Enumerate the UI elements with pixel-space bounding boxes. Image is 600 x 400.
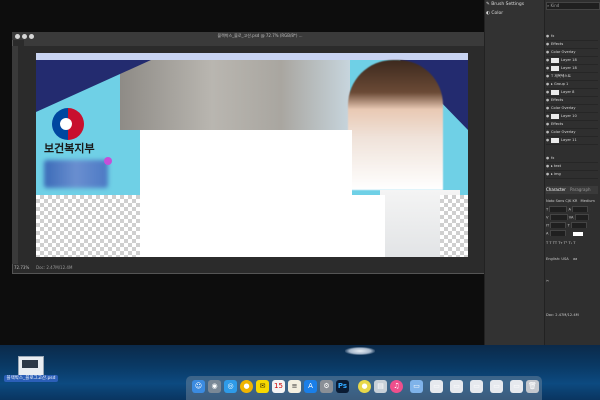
layer-thumbnail <box>551 137 559 143</box>
system-preferences-icon[interactable]: ⚙ <box>320 380 333 393</box>
color-row: A <box>546 230 598 236</box>
tracking-field[interactable] <box>574 214 589 220</box>
finder-icon[interactable]: ☺ <box>192 380 205 393</box>
white-rectangle <box>140 130 352 257</box>
window-thumbnail-icon[interactable]: ▭ <box>510 380 523 393</box>
tab-paragraph[interactable]: Paragraph <box>570 187 591 192</box>
photoshop-icon[interactable]: Ps <box>336 380 349 393</box>
kerning-field[interactable] <box>549 214 568 220</box>
font-family-select[interactable]: Noto Sans CJK KR <box>546 199 577 203</box>
clinic-photo <box>120 60 350 130</box>
calendar-icon[interactable]: 15 <box>272 380 285 393</box>
zoom-level[interactable]: 72.73% <box>14 265 29 270</box>
color-swatch[interactable] <box>572 231 583 236</box>
language-select[interactable]: English: USA <box>546 257 569 261</box>
layer-thumbnail <box>551 57 559 63</box>
color-panel[interactable]: ◐ Color <box>486 11 503 16</box>
faux-bold-button[interactable]: T <box>546 241 548 245</box>
window-thumbnail-icon[interactable]: ▭ <box>470 380 483 393</box>
horizontal-scale-field[interactable] <box>570 222 587 228</box>
vertical-scale-field[interactable] <box>550 222 567 228</box>
tab-character[interactable]: Character <box>546 187 566 192</box>
language-row: English: USA aa <box>546 256 598 262</box>
glyphs-row: ✂ <box>546 278 598 284</box>
doc-size-status: Doc: 2.47M/12.4M <box>36 265 73 270</box>
window-title: 블랙박스_블로_고산.psd @ 72.7% (RGB/8*) ... <box>217 33 303 38</box>
faux-italic-button[interactable]: T <box>549 241 551 245</box>
window-thumbnail-icon[interactable]: ▭ <box>430 380 443 393</box>
scale-row: IT T <box>546 222 598 228</box>
superscript-button[interactable]: T¹ <box>564 241 568 245</box>
white-rectangle-small <box>352 195 385 257</box>
launchpad-icon[interactable]: ◉ <box>208 380 221 393</box>
doctor-photo <box>348 60 443 190</box>
image-viewer-icon[interactable]: ▤ <box>374 380 387 393</box>
banner-top-band <box>36 53 468 60</box>
layer-thumbnail <box>551 65 559 71</box>
safari-icon[interactable]: ◎ <box>224 380 237 393</box>
layer-row[interactable]: ● ▸ img <box>546 170 598 179</box>
preview-icon[interactable]: ● <box>358 380 371 393</box>
glyph-icon[interactable]: ✂ <box>546 279 549 283</box>
wallpaper-wave <box>345 347 375 355</box>
navy-triangle-left <box>36 60 151 112</box>
font-row: Noto Sans CJK KR Medium <box>546 198 598 204</box>
zoom-button[interactable] <box>29 34 34 39</box>
font-size-field[interactable] <box>549 206 568 212</box>
character-panel-header: Character Paragraph <box>546 186 598 194</box>
layer-filter-input[interactable]: ⌕ Kind <box>546 2 600 10</box>
file-preview-thumbnail <box>22 360 38 368</box>
subscript-button[interactable]: T₁ <box>568 241 572 245</box>
type-style-buttons: T T TT Tт T¹ T₁ T <box>546 240 598 246</box>
baseline-field[interactable] <box>549 230 566 236</box>
downloads-folder-icon[interactable]: ▭ <box>410 380 423 393</box>
notes-icon[interactable]: ≡ <box>288 380 301 393</box>
layer-row[interactable]: ● Layer 11 <box>546 136 598 145</box>
brush-settings-panel[interactable]: ✎ Brush Settings <box>486 2 524 7</box>
kakaotalk-icon[interactable]: ✉ <box>256 380 269 393</box>
window-thumbnail-icon[interactable]: ▭ <box>450 380 463 393</box>
antialias-select[interactable]: aa <box>573 257 577 261</box>
purple-dot <box>104 157 112 165</box>
font-style-select[interactable]: Medium <box>581 199 595 203</box>
blurred-text-block <box>44 160 108 188</box>
itunes-icon[interactable]: ♫ <box>390 380 403 393</box>
layer-thumbnail <box>551 113 559 119</box>
tracking-row: V VA <box>546 214 598 220</box>
panel-column <box>484 0 545 345</box>
app-store-icon[interactable]: A <box>304 380 317 393</box>
mohw-logo-center <box>60 118 72 130</box>
small-caps-button[interactable]: Tт <box>558 241 562 245</box>
size-row: T A <box>546 206 598 212</box>
doc-info: Doc: 2.47M/12.4M <box>546 313 579 317</box>
chrome-icon[interactable]: ● <box>240 380 253 393</box>
underline-button[interactable]: T <box>573 241 575 245</box>
trash-icon[interactable]: 🗑 <box>526 380 539 393</box>
doc-info-row: Doc: 2.47M/12.4M <box>546 312 598 318</box>
all-caps-button[interactable]: TT <box>553 241 557 245</box>
logo-text: 보건복지부 <box>44 142 95 155</box>
close-button[interactable] <box>15 34 20 39</box>
window-thumbnail-icon[interactable]: ▭ <box>490 380 503 393</box>
desktop-file-label[interactable]: 블랙박스_블로그고산.psd <box>4 375 58 382</box>
transparent-area-left <box>36 195 140 257</box>
leading-field[interactable] <box>572 206 589 212</box>
minimize-button[interactable] <box>22 34 27 39</box>
transparent-area-right <box>440 195 468 257</box>
layer-thumbnail <box>551 89 559 95</box>
